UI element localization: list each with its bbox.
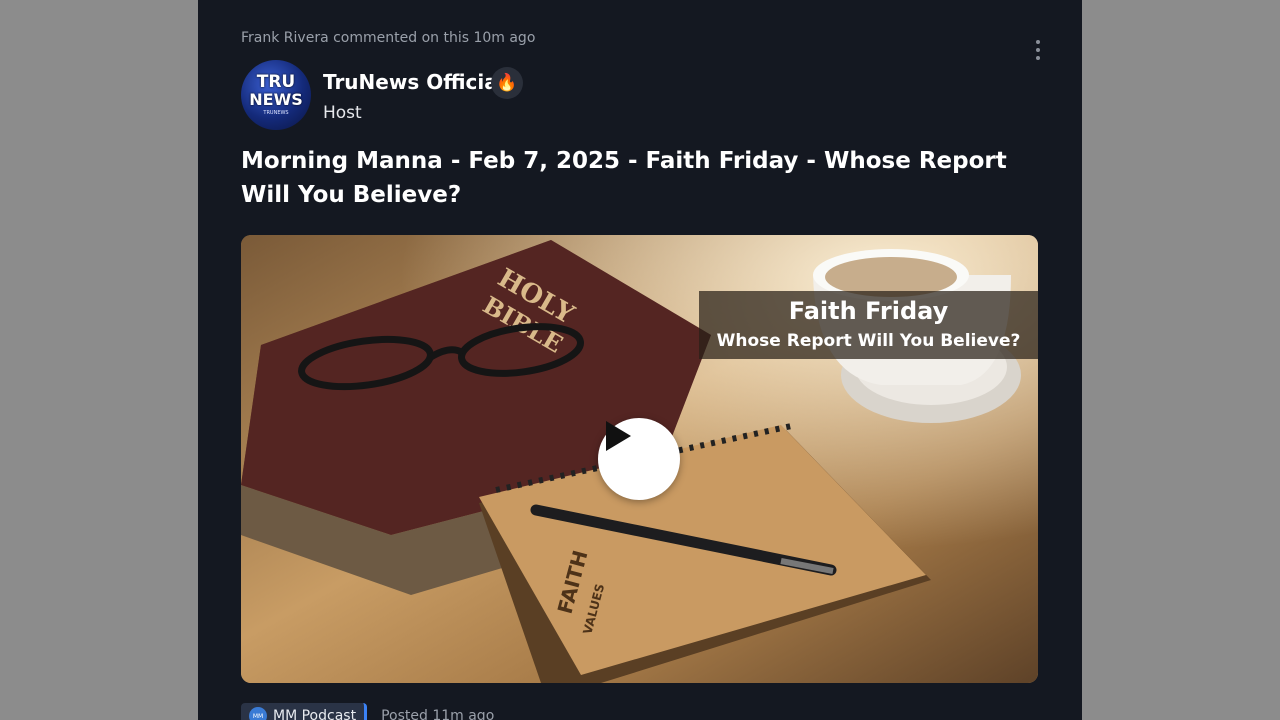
play-button[interactable]: [598, 418, 680, 500]
post-footer: MM MM Podcast Posted 11m ago: [241, 703, 494, 720]
podcast-tag[interactable]: MM MM Podcast: [241, 703, 368, 720]
kebab-dot-icon: [1036, 40, 1040, 44]
post-title[interactable]: Morning Manna - Feb 7, 2025 - Faith Frid…: [241, 144, 1041, 212]
avatar-logo-line1: TRU: [256, 72, 296, 92]
podcast-logo-icon: MM: [249, 707, 267, 720]
podcast-tag-label: MM Podcast: [273, 708, 357, 720]
posted-time: Posted 11m ago: [381, 708, 495, 720]
overlay-subtitle: Whose Report Will You Believe?: [716, 331, 1021, 351]
avatar[interactable]: TRU NEWS TRUNEWS: [241, 60, 311, 130]
author-name[interactable]: TruNews Official: [323, 70, 505, 94]
play-icon: [606, 421, 631, 451]
overlay-title: Faith Friday: [788, 297, 949, 325]
post-card: Frank Rivera commented on this 10m ago T…: [198, 0, 1082, 720]
author-role: Host: [323, 103, 362, 123]
video-thumbnail[interactable]: HOLY BIBLE FAITH VALUES Faith Friday Who…: [241, 235, 1038, 683]
fire-badge-icon: 🔥: [491, 67, 523, 99]
kebab-dot-icon: [1036, 56, 1040, 60]
avatar-logo-line2: NEWS: [249, 90, 303, 109]
more-options-button[interactable]: [1026, 36, 1050, 64]
kebab-dot-icon: [1036, 48, 1040, 52]
avatar-logo-line3: TRUNEWS: [263, 110, 289, 116]
activity-text: Frank Rivera commented on this 10m ago: [241, 30, 536, 46]
thumbnail-overlay-banner: Faith Friday Whose Report Will You Belie…: [699, 291, 1038, 359]
